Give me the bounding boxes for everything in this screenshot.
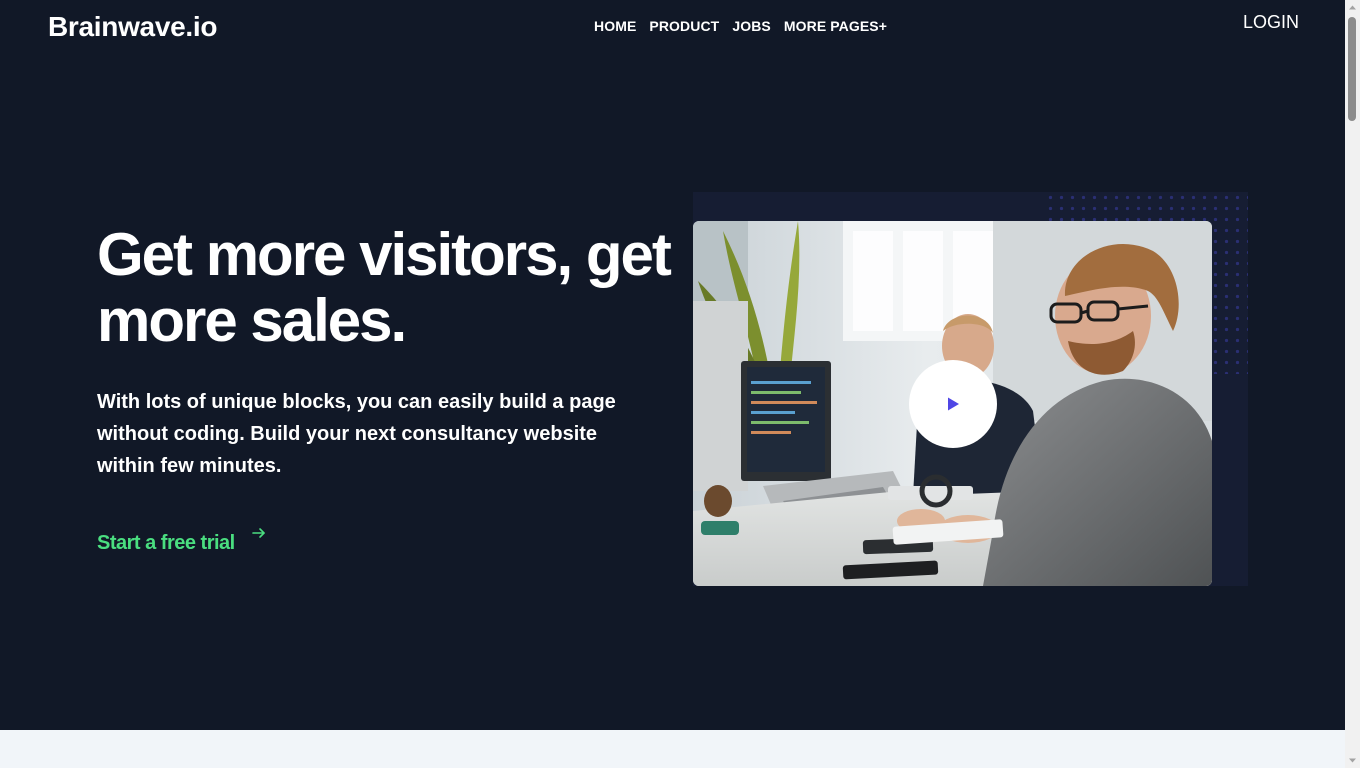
nav-product[interactable]: PRODUCT — [649, 18, 719, 34]
play-icon — [948, 397, 959, 411]
scrollbar-thumb[interactable] — [1348, 17, 1356, 121]
hero-section: Brainwave.io HOME PRODUCT JOBS MORE PAGE… — [0, 0, 1345, 730]
start-free-trial-link[interactable]: Start a free trial — [97, 525, 267, 555]
main-nav: HOME PRODUCT JOBS MORE PAGES+ — [594, 18, 900, 34]
login-link[interactable]: LOGIN — [1243, 12, 1299, 33]
nav-home[interactable]: HOME — [594, 18, 636, 34]
next-section — [0, 730, 1345, 768]
cta-label: Start a free trial — [97, 532, 235, 554]
scroll-up-arrow-icon[interactable] — [1345, 0, 1360, 15]
site-logo[interactable]: Brainwave.io — [48, 11, 217, 43]
play-button[interactable] — [909, 360, 997, 448]
page-scrollbar[interactable] — [1345, 0, 1360, 768]
hero-headline: Get more visitors, get more sales. — [97, 221, 672, 354]
hero-subtext: With lots of unique blocks, you can easi… — [97, 391, 616, 477]
nav-jobs[interactable]: JOBS — [732, 18, 771, 34]
page: Brainwave.io HOME PRODUCT JOBS MORE PAGE… — [0, 0, 1345, 768]
arrow-right-icon — [251, 528, 265, 538]
nav-more-pages[interactable]: MORE PAGES+ — [784, 18, 887, 34]
scroll-down-arrow-icon[interactable] — [1345, 753, 1360, 768]
